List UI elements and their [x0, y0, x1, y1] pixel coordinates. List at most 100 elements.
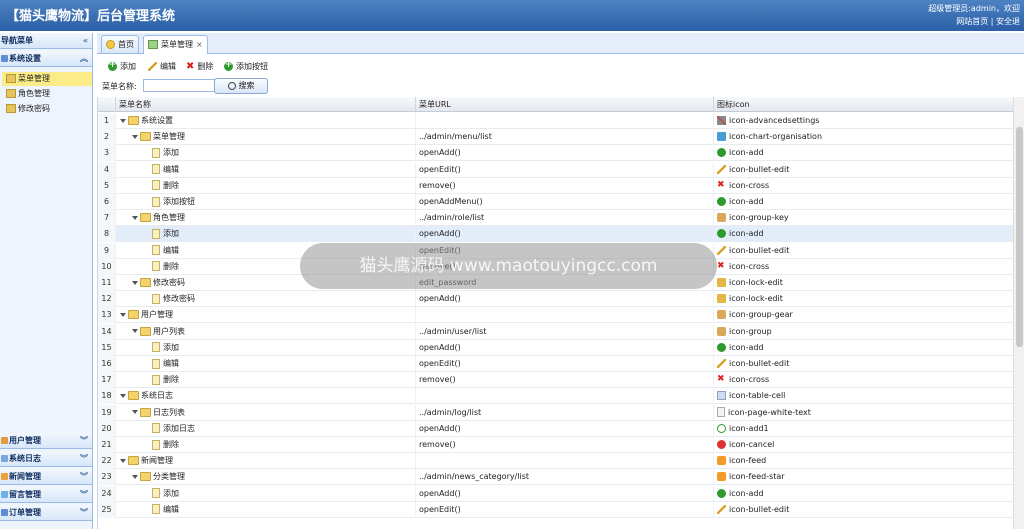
expand-arrow-icon[interactable] — [120, 458, 126, 463]
sidebar-item-role-management[interactable]: 角色管理 — [6, 87, 50, 101]
chevron-down-icon: ︾ — [80, 490, 88, 499]
close-icon[interactable]: × — [196, 40, 203, 49]
expand-arrow-icon[interactable] — [120, 118, 126, 123]
file-icon — [152, 488, 160, 499]
table-row[interactable]: 20 添加日志 openAdd() icon-add1 — [98, 420, 1014, 437]
expand-arrow-icon[interactable] — [120, 393, 126, 398]
add-menu-button[interactable]: 添加按钮 — [224, 59, 268, 73]
accordion-header-message-management[interactable]: 留言管理 ︾ — [0, 487, 92, 503]
lock-icon — [717, 294, 726, 304]
menu-icon-text: icon-chart-organisation — [729, 132, 823, 142]
table-row[interactable]: 15 添加 openAdd() icon-add — [98, 339, 1014, 356]
menu-icon-cell: icon-add — [714, 194, 1014, 210]
app-header: 【猫头鹰物流】后台管理系统 超级管理员:admin，欢迎 网站首页 | 安全退 — [0, 0, 1024, 31]
scrollbar-thumb[interactable] — [1016, 127, 1023, 347]
menu-icon-text: icon-cross — [729, 180, 770, 190]
edit-icon — [717, 245, 726, 255]
menu-icon-text: icon-add — [729, 148, 764, 158]
menu-name-input[interactable] — [143, 79, 215, 92]
table-icon — [717, 391, 726, 401]
table-row[interactable]: 21 删除 remove() icon-cancel — [98, 437, 1014, 453]
grid-scrollbar[interactable] — [1013, 97, 1024, 529]
menu-icon-cell: icon-page-white-text — [714, 404, 1014, 421]
expand-arrow-icon[interactable] — [132, 280, 138, 285]
expand-arrow-icon[interactable] — [132, 215, 138, 220]
collapse-icon[interactable]: « — [83, 33, 88, 48]
folder-icon — [140, 326, 151, 336]
menu-name-cell: 删除 — [116, 177, 416, 194]
table-row[interactable]: 12 修改密码 openAdd() icon-lock-edit — [98, 291, 1014, 308]
edit-button[interactable]: 编辑 — [148, 60, 176, 73]
table-row[interactable]: 8 添加 openAdd() icon-add — [98, 226, 1014, 243]
tab-menu-management[interactable]: 菜单管理 × — [143, 35, 208, 54]
grid-toolbar: 添加 编辑 ✖删除 添加按钮 — [97, 56, 1024, 76]
app-title: 【猫头鹰物流】后台管理系统 — [6, 9, 176, 24]
tab-home[interactable]: 首页 — [101, 35, 139, 53]
table-row[interactable]: 25 编辑 openEdit() icon-bullet-edit — [98, 501, 1014, 518]
menu-name-cell: 菜单管理 — [116, 129, 416, 146]
table-row[interactable]: 5 删除 remove() ✖ icon-cross — [98, 177, 1014, 194]
expand-arrow-icon[interactable] — [132, 134, 138, 139]
column-header-icon[interactable]: 图标icon — [714, 97, 1014, 112]
menu-name-cell: 用户列表 — [116, 323, 416, 340]
table-row[interactable]: 3 添加 openAdd() icon-add — [98, 145, 1014, 162]
table-row[interactable]: 7 角色管理 ../admin/role/list icon-group-key — [98, 210, 1014, 227]
menu-url-cell: openAdd() — [416, 420, 714, 437]
table-row[interactable]: 13 用户管理 icon-group-gear — [98, 307, 1014, 324]
expand-arrow-icon[interactable] — [120, 312, 126, 317]
menu-icon-text: icon-group-key — [729, 213, 789, 223]
menu-name-cell: 分类管理 — [116, 469, 416, 486]
table-row[interactable]: 1 系统设置 icon-advancedsettings — [98, 113, 1014, 129]
cross-icon: ✖ — [717, 374, 725, 385]
site-home-link[interactable]: 网站首页 — [956, 17, 988, 26]
accordion-header-news-management[interactable]: 新闻管理 ︾ — [0, 469, 92, 485]
menu-icon-text: icon-lock-edit — [729, 294, 783, 304]
table-row[interactable]: 19 日志列表 ../admin/log/list icon-page-white-t… — [98, 404, 1014, 421]
sidebar-item-change-password[interactable]: 修改密码 — [6, 102, 50, 116]
delete-button[interactable]: ✖ 删除 — [186, 60, 213, 73]
table-row[interactable]: 14 用户列表 ../admin/user/list icon-group — [98, 323, 1014, 340]
menu-name-text: 系统设置 — [141, 116, 173, 125]
table-row[interactable]: 24 添加 openAdd() icon-add — [98, 485, 1014, 502]
file-icon — [152, 261, 160, 272]
accordion-header-system-settings[interactable]: 系统设置 ︽ — [0, 51, 92, 67]
table-row[interactable]: 22 新闻管理 icon-feed — [98, 453, 1014, 470]
logout-link[interactable]: 安全退 — [996, 17, 1020, 26]
expand-arrow-icon[interactable] — [132, 329, 138, 334]
accordion-header-user-management[interactable]: 用户管理 ︾ — [0, 433, 92, 449]
column-header-name[interactable]: 菜单名称 — [116, 97, 416, 112]
chevron-down-icon: ︾ — [80, 472, 88, 481]
accordion-header-order-management[interactable]: 订单管理 ︾ — [0, 505, 92, 521]
file-icon — [152, 164, 160, 175]
bulb-icon — [106, 40, 115, 49]
menu-icon-text: icon-table-cell — [729, 391, 786, 401]
menu-icon-cell: icon-add1 — [714, 420, 1014, 437]
menu-url-cell: ../admin/user/list — [416, 323, 714, 340]
menu-name-text: 编辑 — [163, 164, 179, 174]
expand-arrow-icon[interactable] — [132, 474, 138, 479]
search-icon — [227, 81, 236, 90]
sidebar-item-menu-management[interactable]: 菜单管理 — [2, 72, 92, 86]
table-row[interactable]: 2 菜单管理 ../admin/menu/list icon-chart-organi… — [98, 129, 1014, 146]
menu-name-cell: 添加 — [116, 339, 416, 356]
file-icon — [152, 147, 160, 158]
row-number: 22 — [98, 453, 116, 470]
table-row[interactable]: 18 系统日志 icon-table-cell — [98, 388, 1014, 405]
row-number: 20 — [98, 420, 116, 437]
menu-url-cell — [416, 388, 714, 405]
file-icon — [152, 504, 160, 515]
expand-arrow-icon[interactable] — [132, 410, 138, 415]
menu-name-cell: 编辑 — [116, 161, 416, 178]
search-button[interactable]: 搜索 — [214, 78, 268, 94]
accordion-header-system-log[interactable]: 系统日志 ︾ — [0, 451, 92, 467]
table-row[interactable]: 17 删除 remove() ✖ icon-cross — [98, 372, 1014, 389]
link-separator: | — [990, 17, 994, 26]
table-row[interactable]: 16 编辑 openEdit() icon-bullet-edit — [98, 356, 1014, 372]
menu-name-cell: 系统设置 — [116, 113, 416, 129]
column-header-url[interactable]: 菜单URL — [416, 97, 714, 112]
menu-name-cell: 角色管理 — [116, 210, 416, 227]
table-row[interactable]: 23 分类管理 ../admin/news_category/list icon-fe… — [98, 469, 1014, 486]
table-row[interactable]: 6 添加按钮 openAddMenu() icon-add — [98, 194, 1014, 210]
add-button[interactable]: 添加 — [108, 59, 136, 73]
table-row[interactable]: 4 编辑 openEdit() icon-bullet-edit — [98, 161, 1014, 178]
